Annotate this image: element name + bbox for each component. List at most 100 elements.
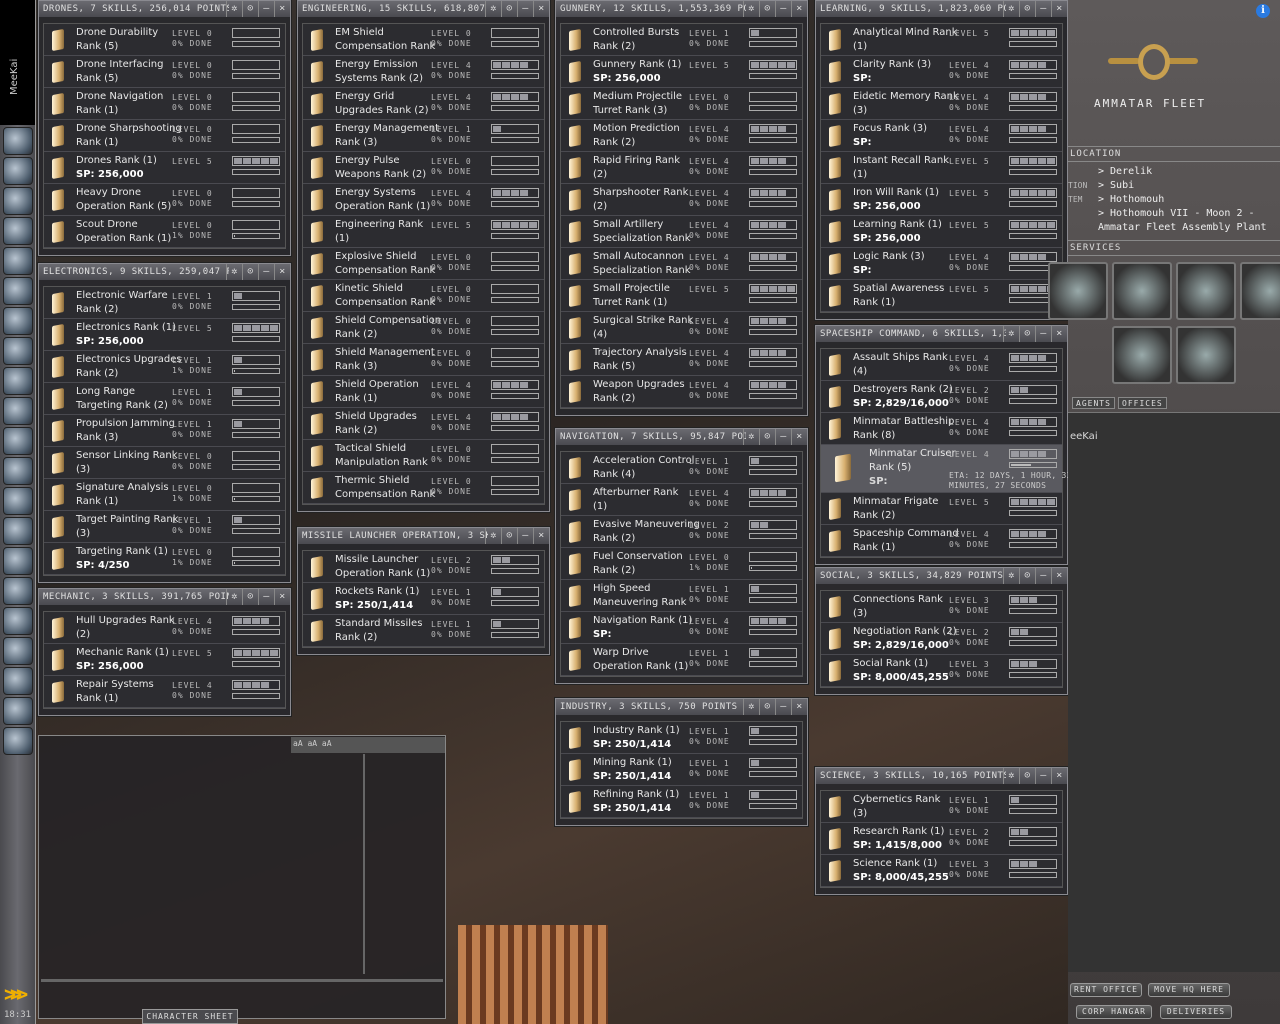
pin-icon[interactable]: ⊙ [1019,568,1035,584]
minimize-icon[interactable]: – [517,528,533,544]
tab-offices[interactable]: OFFICES [1118,397,1167,409]
minimize-icon[interactable]: – [258,1,274,17]
skill-row[interactable]: Surgical Strike Rank (4) LEVEL 4 0% DONE [561,312,802,344]
skill-row[interactable]: Destroyers Rank (2) SP: 2,829/16,000 LEV… [821,381,1062,413]
skill-row[interactable]: Afterburner Rank (1) LEVEL 4 0% DONE [561,484,802,516]
skill-row[interactable]: Drone Durability Rank (5) LEVEL 0 0% DON… [44,24,285,56]
location-value[interactable]: > Hothomouh VII - Moon 2 - [1098,208,1255,219]
minimize-icon[interactable]: – [1035,768,1051,784]
rent-office-button[interactable]: RENT OFFICE [1070,983,1142,997]
expand-chevron-icon[interactable]: >>> [4,982,28,1006]
chat-input[interactable] [41,979,443,1017]
location-value[interactable]: Ammatar Fleet Assembly Plant [1098,222,1267,233]
skill-row[interactable]: Spaceship Command Rank (1) LEVEL 4 0% DO… [821,525,1062,557]
pin-icon[interactable]: ⊙ [1019,768,1035,784]
wallet-icon[interactable] [3,277,33,305]
chat-toolbar[interactable]: aA aA aA [291,737,445,753]
skill-row[interactable]: Iron Will Rank (1) SP: 256,000 LEVEL 5 [821,184,1062,216]
tab-character-sheet[interactable]: CHARACTER SHEET [142,1009,238,1024]
skill-row[interactable]: Industry Rank (1) SP: 250/1,414 LEVEL 1 … [561,722,802,754]
skill-row[interactable]: Eidetic Memory Rank (3) LEVEL 4 0% DONE [821,88,1062,120]
pin-icon[interactable]: ⊙ [1019,1,1035,17]
skill-row[interactable]: Motion Prediction Rank (2) LEVEL 4 0% DO… [561,120,802,152]
skill-row[interactable]: Shield Compensation Rank (2) LEVEL 0 0% … [303,312,544,344]
settings-icon[interactable]: ✲ [485,1,501,17]
minimize-icon[interactable]: – [1035,568,1051,584]
close-icon[interactable]: × [1051,568,1067,584]
settings-icon[interactable]: ✲ [1003,768,1019,784]
skill-row[interactable]: Rockets Rank (1) SP: 250/1,414 LEVEL 1 0… [303,583,544,615]
items-hangar-icon[interactable] [3,727,33,755]
info-icon[interactable]: i [1256,4,1270,18]
close-icon[interactable]: × [274,1,290,17]
location-value[interactable]: > Hothomouh [1098,194,1164,205]
location-value[interactable]: > Derelik [1098,166,1152,177]
minimize-icon[interactable]: – [775,1,791,17]
skill-row[interactable]: Learning Rank (1) SP: 256,000 LEVEL 5 [821,216,1062,248]
character-portrait-area[interactable]: MeeKai [0,0,35,125]
skill-row[interactable]: Navigation Rank (1) SP: LEVEL 4 0% DONE [561,612,802,644]
close-icon[interactable]: × [791,429,807,445]
skill-row[interactable]: Cybernetics Rank (3) LEVEL 1 0% DONE [821,791,1062,823]
settings-icon[interactable]: ✲ [1003,326,1019,342]
skill-row[interactable]: Drones Rank (1) SP: 256,000 LEVEL 5 [44,152,285,184]
skill-row[interactable]: Minmatar Battleship Rank (8) LEVEL 4 0% … [821,413,1062,445]
tab-agents[interactable]: AGENTS [1072,397,1115,409]
skill-row[interactable]: Drone Interfacing Rank (5) LEVEL 0 0% DO… [44,56,285,88]
skill-row[interactable]: Small Autocannon Specialization Rank LEV… [561,248,802,280]
skill-row[interactable]: Social Rank (1) SP: 8,000/45,255 LEVEL 3… [821,655,1062,687]
deliveries-button[interactable]: DELIVERIES [1160,1005,1232,1019]
panel-title-bar[interactable]: SOCIAL, 3 SKILLS, 34,829 POINTS ✲ ⊙ – × [816,568,1067,584]
skill-row[interactable]: Energy Management Rank (3) LEVEL 1 0% DO… [303,120,544,152]
skill-row[interactable]: Thermic Shield Compensation Rank LEVEL 0… [303,472,544,504]
skill-row[interactable]: Repair Systems Rank (1) LEVEL 4 0% DONE [44,676,285,708]
minimize-icon[interactable]: – [775,429,791,445]
people-places-icon[interactable] [3,157,33,185]
corporation-icon[interactable] [3,457,33,485]
skill-row[interactable]: EM Shield Compensation Rank LEVEL 0 0% D… [303,24,544,56]
minimize-icon[interactable]: – [775,699,791,715]
skill-row[interactable]: Analytical Mind Rank (1) LEVEL 5 [821,24,1062,56]
skill-row[interactable]: Long Range Targeting Rank (2) LEVEL 1 0%… [44,383,285,415]
skill-row[interactable]: Controlled Bursts Rank (2) LEVEL 1 0% DO… [561,24,802,56]
skill-row[interactable]: Science Rank (1) SP: 8,000/45,255 LEVEL … [821,855,1062,887]
pin-icon[interactable]: ⊙ [759,1,775,17]
close-icon[interactable]: × [274,264,290,280]
pin-icon[interactable]: ⊙ [242,1,258,17]
skill-row[interactable]: Minmatar Cruiser Rank (5) SP: LEVEL 4 ET… [821,445,1071,493]
settings-icon[interactable]: ✲ [743,1,759,17]
guest-name[interactable]: eeKai [1070,431,1098,442]
service-repair-shop-icon[interactable] [1048,262,1108,320]
skill-row[interactable]: Mechanic Rank (1) SP: 256,000 LEVEL 5 [44,644,285,676]
skill-row[interactable]: Drone Sharpshooting Rank (1) LEVEL 0 0% … [44,120,285,152]
panel-title-bar[interactable]: GUNNERY, 12 SKILLS, 1,553,369 POINT✲⊙–× [556,1,807,17]
skill-row[interactable]: Warp Drive Operation Rank (1) LEVEL 1 0%… [561,644,802,676]
skill-row[interactable]: Weapon Upgrades Rank (2) LEVEL 4 0% DONE [561,376,802,408]
skill-row[interactable]: Targeting Rank (1) SP: 4/250 LEVEL 0 1% … [44,543,285,575]
skill-row[interactable]: High Speed Maneuvering Rank LEVEL 1 0% D… [561,580,802,612]
panel-title-bar[interactable]: NAVIGATION, 7 SKILLS, 95,847 POINTS✲⊙–× [556,429,807,445]
pin-icon[interactable]: ⊙ [759,429,775,445]
skill-row[interactable]: Energy Pulse Weapons Rank (2) LEVEL 0 0%… [303,152,544,184]
market-icon[interactable] [3,397,33,425]
skill-row[interactable]: Logic Rank (3) SP: LEVEL 4 0% DONE [821,248,1062,280]
close-icon[interactable]: × [1051,768,1067,784]
location-value[interactable]: > Subi [1098,180,1134,191]
settings-icon[interactable]: ✲ [226,589,242,605]
skill-row[interactable]: Instant Recall Rank (1) LEVEL 5 [821,152,1062,184]
skill-row[interactable]: Clarity Rank (3) SP: LEVEL 4 0% DONE [821,56,1062,88]
panel-title-bar[interactable]: SPACESHIP COMMAND, 6 SKILLS, 1,329 ✲ ⊙ – × [816,326,1067,342]
skill-row[interactable]: Refining Rank (1) SP: 250/1,414 LEVEL 1 … [561,786,802,818]
skill-row[interactable]: Target Painting Rank (3) LEVEL 1 0% DONE [44,511,285,543]
skill-row[interactable]: Evasive Maneuvering Rank (2) LEVEL 2 0% … [561,516,802,548]
skill-row[interactable]: Hull Upgrades Rank (2) LEVEL 4 0% DONE [44,612,285,644]
skill-row[interactable]: Research Rank (1) SP: 1,415/8,000 LEVEL … [821,823,1062,855]
skill-row[interactable]: Negotiation Rank (2) SP: 2,829/16,000 LE… [821,623,1062,655]
skill-row[interactable]: Missile Launcher Operation Rank (1) LEVE… [303,551,544,583]
skill-row[interactable]: Sharpshooter Rank (2) LEVEL 4 0% DONE [561,184,802,216]
skill-row[interactable]: Sensor Linking Rank (3) LEVEL 0 0% DONE [44,447,285,479]
skill-row[interactable]: Rapid Firing Rank (2) LEVEL 4 0% DONE [561,152,802,184]
minimize-icon[interactable]: – [258,264,274,280]
settings-icon[interactable]: ✲ [485,528,501,544]
panel-title-bar[interactable]: ENGINEERING, 15 SKILLS, 618,807 POIN✲⊙–× [298,1,549,17]
